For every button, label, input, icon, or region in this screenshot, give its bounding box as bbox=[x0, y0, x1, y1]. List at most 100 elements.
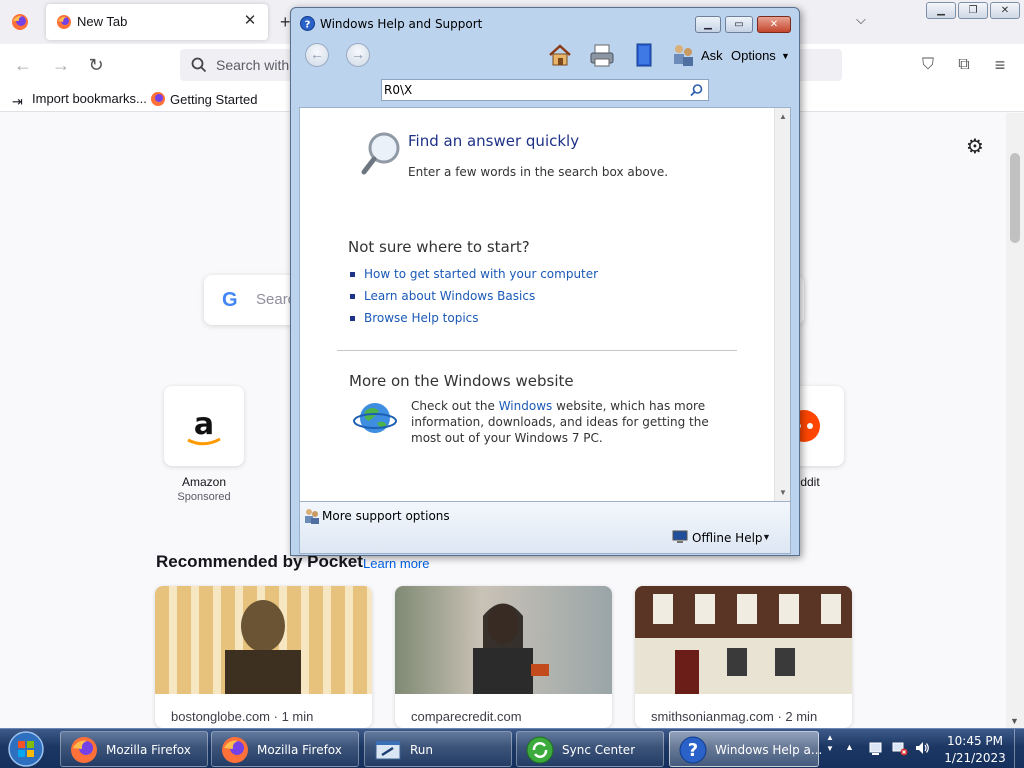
start-button-icon[interactable] bbox=[4, 730, 48, 768]
bookmark-getting-started[interactable]: Getting Started bbox=[150, 91, 257, 107]
svg-text:?: ? bbox=[688, 740, 698, 761]
back-arrow-icon[interactable]: ← bbox=[12, 54, 34, 76]
taskbar-windows-help[interactable]: ? Windows Help a... bbox=[669, 731, 822, 767]
shortcut-amazon[interactable]: a bbox=[164, 386, 244, 466]
help-ask-people-icon[interactable] bbox=[670, 42, 696, 68]
new-tab-plus-icon[interactable]: + bbox=[280, 12, 291, 33]
bookmark-getting-started-label: Getting Started bbox=[170, 92, 258, 107]
help-print-icon[interactable] bbox=[589, 42, 615, 68]
tab-new-tab[interactable]: New Tab ✕ bbox=[46, 4, 268, 40]
windows-website-link[interactable]: Windows bbox=[499, 399, 553, 413]
pocket-card-image bbox=[395, 586, 612, 694]
pocket-icon[interactable]: ⛉ bbox=[917, 54, 939, 76]
offline-computer-icon bbox=[672, 530, 688, 543]
clock-date[interactable]: 1/21/2023 bbox=[940, 751, 1010, 765]
firefox-icon bbox=[71, 737, 97, 763]
taskbar-firefox-1[interactable]: Mozilla Firefox bbox=[60, 731, 208, 767]
help-maximize-button[interactable]: ▭ bbox=[725, 16, 753, 33]
link-get-started[interactable]: How to get started with your computer bbox=[364, 267, 598, 281]
taskbar-sync-center[interactable]: Sync Center bbox=[516, 731, 664, 767]
action-center-flag-icon[interactable] bbox=[868, 740, 884, 756]
scroll-down-arrow-icon[interactable]: ▼ bbox=[1010, 716, 1019, 726]
firefox-menu-icon[interactable] bbox=[10, 12, 30, 32]
help-status-bar: More support options Offline Help ▼ bbox=[299, 502, 791, 554]
help-options-menu[interactable]: Options bbox=[731, 48, 776, 63]
scroll-up-arrow-icon[interactable]: ▲ bbox=[779, 112, 787, 121]
pocket-card[interactable]: smithsonianmag.com · 2 min bbox=[635, 586, 852, 728]
shortcut-amazon-sponsored: Sponsored bbox=[177, 491, 231, 503]
link-windows-basics[interactable]: Learn about Windows Basics bbox=[364, 289, 535, 303]
run-icon bbox=[375, 740, 401, 760]
not-sure-heading: Not sure where to start? bbox=[348, 238, 530, 256]
bullet bbox=[350, 272, 355, 277]
more-windows-heading: More on the Windows website bbox=[349, 372, 574, 390]
volume-speaker-icon[interactable] bbox=[914, 740, 930, 756]
clock-time[interactable]: 10:45 PM bbox=[940, 734, 1010, 748]
reload-icon[interactable]: ↻ bbox=[85, 54, 107, 76]
import-icon: ⇥ bbox=[12, 94, 23, 109]
find-answer-description: Enter a few words in the search box abov… bbox=[408, 165, 669, 179]
svg-text:?: ? bbox=[305, 20, 311, 31]
help-home-icon[interactable] bbox=[547, 42, 573, 68]
help-search-icon[interactable] bbox=[689, 83, 704, 98]
forward-arrow-icon[interactable]: → bbox=[50, 54, 72, 76]
find-answer-heading: Find an answer quickly bbox=[408, 132, 580, 150]
google-logo-icon: G bbox=[222, 289, 238, 311]
firefox-close-button[interactable]: ✕ bbox=[990, 2, 1020, 19]
taskbar-label: Mozilla Firefox bbox=[257, 743, 342, 757]
help-search-box[interactable] bbox=[381, 79, 709, 101]
options-dropdown-arrow-icon[interactable]: ▼ bbox=[781, 51, 790, 61]
scroll-down-arrow-icon[interactable]: ▼ bbox=[779, 488, 787, 497]
hamburger-menu-icon[interactable]: ≡ bbox=[989, 54, 1011, 76]
more-windows-text: Check out the Windows website, which has… bbox=[411, 398, 721, 446]
more-text-before: Check out the bbox=[411, 399, 499, 413]
extensions-puzzle-icon[interactable]: ⧉ bbox=[953, 54, 975, 76]
firefox-minimize-button[interactable]: ▁ bbox=[926, 2, 956, 19]
taskbar-label: Mozilla Firefox bbox=[106, 743, 191, 757]
taskbar-firefox-2[interactable]: Mozilla Firefox bbox=[211, 731, 359, 767]
firefox-restore-button[interactable]: ❐ bbox=[958, 2, 988, 19]
section-divider bbox=[337, 350, 737, 351]
search-icon bbox=[191, 57, 207, 73]
help-window-title: Windows Help and Support bbox=[320, 17, 483, 31]
offline-help-dropdown-arrow-icon[interactable]: ▼ bbox=[762, 532, 771, 542]
show-desktop-button[interactable] bbox=[1014, 729, 1024, 768]
help-content-scrollbar[interactable]: ▲ ▼ bbox=[774, 108, 790, 501]
pocket-card-source: smithsonianmag.com · 2 min bbox=[651, 709, 818, 724]
bookmark-import[interactable]: ⇥ Import bookmarks... bbox=[12, 91, 147, 110]
windows-taskbar: Mozilla Firefox Mozilla Firefox Run Sync… bbox=[0, 728, 1024, 768]
help-browse-book-icon[interactable] bbox=[631, 42, 657, 68]
help-search-input[interactable] bbox=[384, 82, 684, 98]
help-back-icon[interactable]: ← bbox=[305, 43, 329, 67]
pocket-card[interactable]: bostonglobe.com · 1 min bbox=[155, 586, 372, 728]
tab-title: New Tab bbox=[77, 14, 128, 29]
bullet bbox=[350, 294, 355, 299]
more-support-options-link[interactable]: More support options bbox=[322, 509, 450, 523]
taskbar-run[interactable]: Run bbox=[364, 731, 512, 767]
help-forward-icon[interactable]: → bbox=[346, 43, 370, 67]
page-scrollbar[interactable]: ▼ bbox=[1006, 113, 1024, 728]
network-disconnected-icon[interactable] bbox=[892, 740, 908, 756]
link-browse-help-topics[interactable]: Browse Help topics bbox=[364, 311, 479, 325]
support-people-icon bbox=[305, 509, 319, 524]
pocket-card[interactable]: comparecredit.com bbox=[395, 586, 612, 728]
firefox-icon bbox=[151, 92, 165, 106]
bullet bbox=[350, 316, 355, 321]
globe-icon bbox=[353, 403, 397, 433]
list-all-tabs-chevron-icon[interactable]: ⌵ bbox=[856, 12, 866, 28]
help-title-bar[interactable]: ? Windows Help and Support ▁ ▭ ✕ bbox=[291, 8, 799, 36]
help-close-button[interactable]: ✕ bbox=[757, 16, 791, 33]
help-minimize-button[interactable]: ▁ bbox=[695, 16, 721, 33]
offline-help-menu[interactable]: Offline Help bbox=[692, 531, 763, 545]
magnifying-glass-icon bbox=[361, 132, 400, 175]
gear-icon[interactable]: ⚙ bbox=[966, 134, 984, 159]
help-toolbar: ← → Ask Options ▼ bbox=[297, 38, 793, 74]
shortcut-amazon-label: Amazon bbox=[181, 475, 227, 489]
taskbar-scroll-arrows[interactable]: ▲ ▼ bbox=[822, 732, 838, 766]
tab-close-icon[interactable]: ✕ bbox=[240, 11, 260, 31]
help-app-icon: ? bbox=[300, 16, 315, 31]
scrollbar-thumb[interactable] bbox=[1010, 153, 1020, 243]
help-ask-label[interactable]: Ask bbox=[701, 48, 723, 63]
pocket-learn-more-link[interactable]: Learn more bbox=[363, 556, 429, 571]
show-hidden-icons-arrow-icon[interactable]: ▲ bbox=[845, 742, 854, 752]
